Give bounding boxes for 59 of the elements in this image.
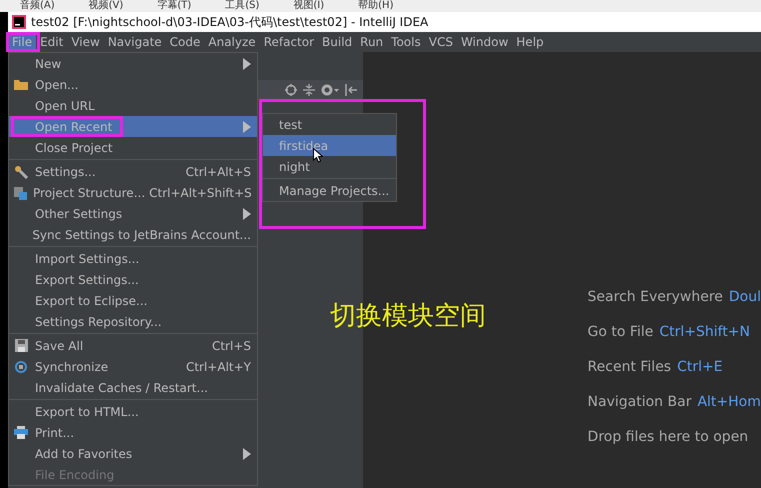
hint-shortcut: Doul	[728, 288, 761, 304]
menu-entry[interactable]: Save All Ctrl+S	[9, 335, 257, 356]
menu-entry[interactable]: Print...	[9, 422, 257, 443]
menu-item[interactable]: Window	[456, 32, 512, 52]
menu-item[interactable]: Navigate	[104, 32, 166, 52]
menu-item[interactable]: VCS	[424, 32, 457, 52]
hint-label: Recent Files	[588, 358, 672, 374]
menu-entry[interactable]: Settings Repository...	[9, 311, 257, 332]
menu-entry[interactable]: New	[9, 53, 257, 74]
menu-entry[interactable]: Export to HTML...	[9, 401, 257, 422]
menu-entry[interactable]: Add to Favorites	[9, 443, 257, 464]
menu-entry[interactable]: Settings... Ctrl+Alt+S	[9, 161, 257, 182]
menu-item[interactable]: Analyze	[204, 32, 260, 52]
menu-item[interactable]: Refactor	[260, 32, 318, 52]
menu-entry[interactable]: Import Settings...	[9, 248, 257, 269]
hint-shortcut: Alt+Hom	[697, 394, 761, 410]
collapse-icon[interactable]	[302, 84, 315, 96]
menu-item[interactable]: Code	[166, 32, 204, 52]
menu-item[interactable]: Edit	[36, 32, 68, 52]
menu-entry[interactable]: Sync Settings to JetBrains Account...	[9, 224, 257, 245]
hint-label: Navigation Bar	[588, 394, 692, 410]
menu-item[interactable]: View	[67, 32, 104, 52]
menu-entry[interactable]: Project Structure... Ctrl+Alt+Shift+S	[9, 182, 257, 203]
annotation-text: 切换模块空间	[330, 300, 486, 333]
menu-entry[interactable]: Synchronize Ctrl+Alt+Y	[9, 356, 257, 377]
menu-item[interactable]: Tools	[387, 32, 425, 52]
menu-item[interactable]: Help	[512, 32, 548, 52]
menu-entry[interactable]: night	[263, 156, 396, 177]
app-logo-icon	[12, 15, 26, 29]
menu-item[interactable]: Build	[318, 32, 356, 52]
crosshair-icon[interactable]	[284, 84, 297, 96]
menu-entry[interactable]: Open...	[9, 74, 257, 95]
menu-entry[interactable]: Other Settings	[9, 203, 257, 224]
hint-shortcut: Ctrl+E	[677, 358, 723, 374]
menu-entry[interactable]: Invalidate Caches / Restart...	[9, 377, 257, 398]
printer-icon	[14, 426, 28, 439]
hint-label: Go to File	[588, 324, 654, 340]
gear-icon[interactable]	[320, 84, 339, 96]
hint-label: Search Everywhere	[588, 288, 723, 304]
background-menu-item[interactable]: 视图(I)	[293, 1, 324, 11]
background-menu-item[interactable]: 工具(S)	[225, 1, 260, 11]
window-title: test02 [F:\nightschool-d\03-IDEA\03-代码\test\test02] - IntelliJ IDEA	[31, 14, 428, 30]
menu-item[interactable]: Run	[356, 32, 388, 52]
hint-label: Drop files here to open	[588, 428, 748, 444]
menu-entry[interactable]: test	[263, 114, 396, 135]
folder-icon	[14, 79, 28, 90]
background-menu-item[interactable]: 帮助(H)	[358, 1, 394, 11]
menu-entry[interactable]: Manage Projects...	[263, 180, 396, 201]
sync-icon	[14, 360, 28, 374]
wrench-icon	[14, 164, 28, 178]
hide-panel-icon[interactable]	[344, 84, 357, 96]
structure-icon	[13, 186, 27, 200]
menu-entry[interactable]: Open URL	[9, 95, 257, 116]
background-menu-item[interactable]: 视频(V)	[88, 1, 124, 11]
highlight-frame	[6, 32, 40, 52]
menu-entry[interactable]: Close Project	[9, 137, 257, 158]
hint-shortcut: Ctrl+Shift+N	[659, 324, 750, 340]
menu-entry[interactable]: Export Settings...	[9, 269, 257, 290]
menu-entry[interactable]: Export to Eclipse...	[9, 290, 257, 311]
